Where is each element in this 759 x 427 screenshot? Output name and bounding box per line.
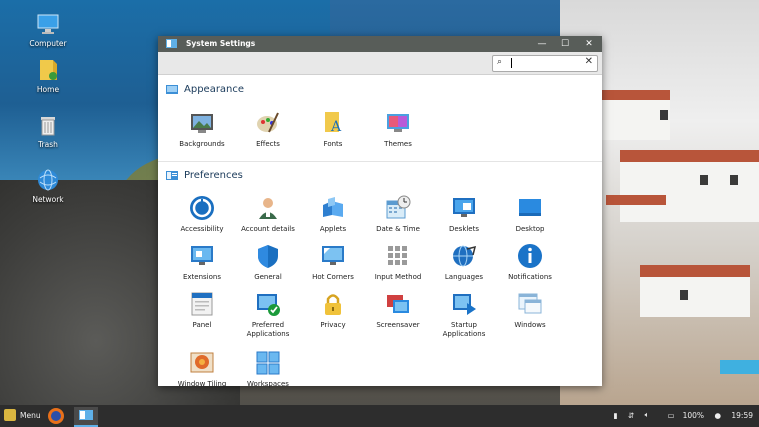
minimize-button[interactable]: — xyxy=(536,38,548,50)
system-tray: ▮ ⇵ 🔈︎ ▭ 100% ● 19:59 xyxy=(605,410,753,420)
network-status-icon[interactable]: ⇵ xyxy=(628,411,634,420)
settings-item-desklets[interactable]: Desklets xyxy=(432,195,496,234)
menu-icon xyxy=(4,409,16,421)
preferences-section-icon xyxy=(166,171,178,182)
desktop-icon-trash[interactable]: Trash xyxy=(18,113,78,149)
windows-icon xyxy=(517,291,543,317)
settings-item-window-tiling[interactable]: Window Tiling xyxy=(170,350,234,389)
settings-item-workspaces[interactable]: Workspaces xyxy=(236,350,300,389)
clear-search-icon[interactable]: ✕ xyxy=(585,56,593,67)
desktop-icon-home[interactable]: Home xyxy=(18,58,78,94)
window-toolbar: ⌕ ✕ xyxy=(158,52,602,75)
settings-item-applets[interactable]: Applets xyxy=(301,195,365,234)
window-tiling-icon xyxy=(189,350,215,376)
notifications-icon xyxy=(517,243,543,269)
backgrounds-icon xyxy=(189,110,215,136)
window-titlebar[interactable]: System Settings — ☐ ✕ xyxy=(158,36,602,52)
firefox-icon xyxy=(48,408,64,424)
settings-item-themes[interactable]: Themes xyxy=(366,110,430,149)
privacy-icon xyxy=(320,291,346,317)
network-icon xyxy=(36,168,60,192)
general-icon xyxy=(255,243,281,269)
system-settings-icon xyxy=(166,39,177,48)
system-settings-icon xyxy=(79,410,93,420)
svg-text:A: A xyxy=(330,119,342,135)
removable-drive-icon[interactable]: ▮ xyxy=(613,411,617,420)
section-divider xyxy=(158,161,602,162)
settings-item-startup-applications[interactable]: Startup Applications xyxy=(432,291,496,339)
maximize-button[interactable]: ☐ xyxy=(559,38,571,50)
settings-item-privacy[interactable]: Privacy xyxy=(301,291,365,330)
settings-item-date-time[interactable]: Date & Time xyxy=(366,195,430,234)
home-folder-icon xyxy=(36,58,60,82)
settings-item-fonts[interactable]: A Fonts xyxy=(301,110,365,149)
volume-icon[interactable]: 🔈︎ xyxy=(645,410,650,420)
settings-item-windows[interactable]: Windows xyxy=(498,291,562,330)
settings-item-notifications[interactable]: Notifications xyxy=(498,243,562,282)
battery-icon: ▭ xyxy=(667,410,675,420)
settings-content: Appearance Backgrounds Effects A Fonts T… xyxy=(158,75,602,389)
menu-button[interactable]: Menu xyxy=(4,409,41,421)
settings-item-accessibility[interactable]: Accessibility xyxy=(170,195,234,234)
search-icon: ⌕ xyxy=(497,57,503,67)
window-title: System Settings xyxy=(186,39,256,48)
taskbar-app-system-settings[interactable] xyxy=(74,407,98,427)
section-title-appearance: Appearance xyxy=(184,84,245,95)
desktop-icon xyxy=(517,195,543,221)
settings-item-input-method[interactable]: Input Method xyxy=(366,243,430,282)
close-button[interactable]: ✕ xyxy=(583,38,595,50)
system-settings-window: System Settings — ☐ ✕ ⌕ ✕ Appearance Bac… xyxy=(158,36,602,389)
settings-item-languages[interactable]: Languages xyxy=(432,243,496,282)
settings-item-hot-corners[interactable]: Hot Corners xyxy=(301,243,365,282)
applets-icon xyxy=(320,195,346,221)
settings-item-screensaver[interactable]: Screensaver xyxy=(366,291,430,330)
taskbar: Menu ▮ ⇵ 🔈︎ ▭ 100% ● 19:59 xyxy=(0,405,759,427)
battery-indicator[interactable]: ▭ 100% xyxy=(660,410,705,420)
desktop-icon-computer[interactable]: Computer xyxy=(18,12,78,48)
computer-icon xyxy=(36,12,60,36)
section-title-preferences: Preferences xyxy=(184,170,243,181)
settings-item-preferred-applications[interactable]: Preferred Applications xyxy=(236,291,300,339)
appearance-section-icon xyxy=(166,85,178,96)
date-time-icon xyxy=(385,195,411,221)
screensaver-icon xyxy=(385,291,411,317)
settings-item-desktop[interactable]: Desktop xyxy=(498,195,562,234)
trash-icon xyxy=(36,113,60,137)
account-details-icon xyxy=(255,195,281,221)
input-method-icon xyxy=(385,243,411,269)
hot-corners-icon xyxy=(320,243,346,269)
startup-applications-icon xyxy=(451,291,477,317)
languages-icon xyxy=(451,243,477,269)
desklets-icon xyxy=(451,195,477,221)
accessibility-icon xyxy=(189,195,215,221)
settings-item-account-details[interactable]: Account details xyxy=(236,195,300,234)
clock[interactable]: 19:59 xyxy=(731,411,753,420)
search-input[interactable] xyxy=(513,56,573,69)
effects-icon xyxy=(255,110,281,136)
settings-item-extensions[interactable]: Extensions xyxy=(170,243,234,282)
settings-item-panel[interactable]: Panel xyxy=(170,291,234,330)
desktop-icon-network[interactable]: Network xyxy=(18,168,78,204)
workspaces-icon xyxy=(255,350,281,376)
extensions-icon xyxy=(189,243,215,269)
settings-item-effects[interactable]: Effects xyxy=(236,110,300,149)
settings-item-backgrounds[interactable]: Backgrounds xyxy=(170,110,234,149)
text-cursor xyxy=(511,58,512,68)
panel-icon xyxy=(189,291,215,317)
taskbar-app-firefox[interactable] xyxy=(46,407,66,425)
fonts-icon: A xyxy=(320,110,346,136)
user-icon[interactable]: ● xyxy=(714,411,721,420)
settings-item-general[interactable]: General xyxy=(236,243,300,282)
themes-icon xyxy=(385,110,411,136)
search-field[interactable]: ⌕ ✕ xyxy=(492,55,598,72)
preferred-applications-icon xyxy=(255,291,281,317)
